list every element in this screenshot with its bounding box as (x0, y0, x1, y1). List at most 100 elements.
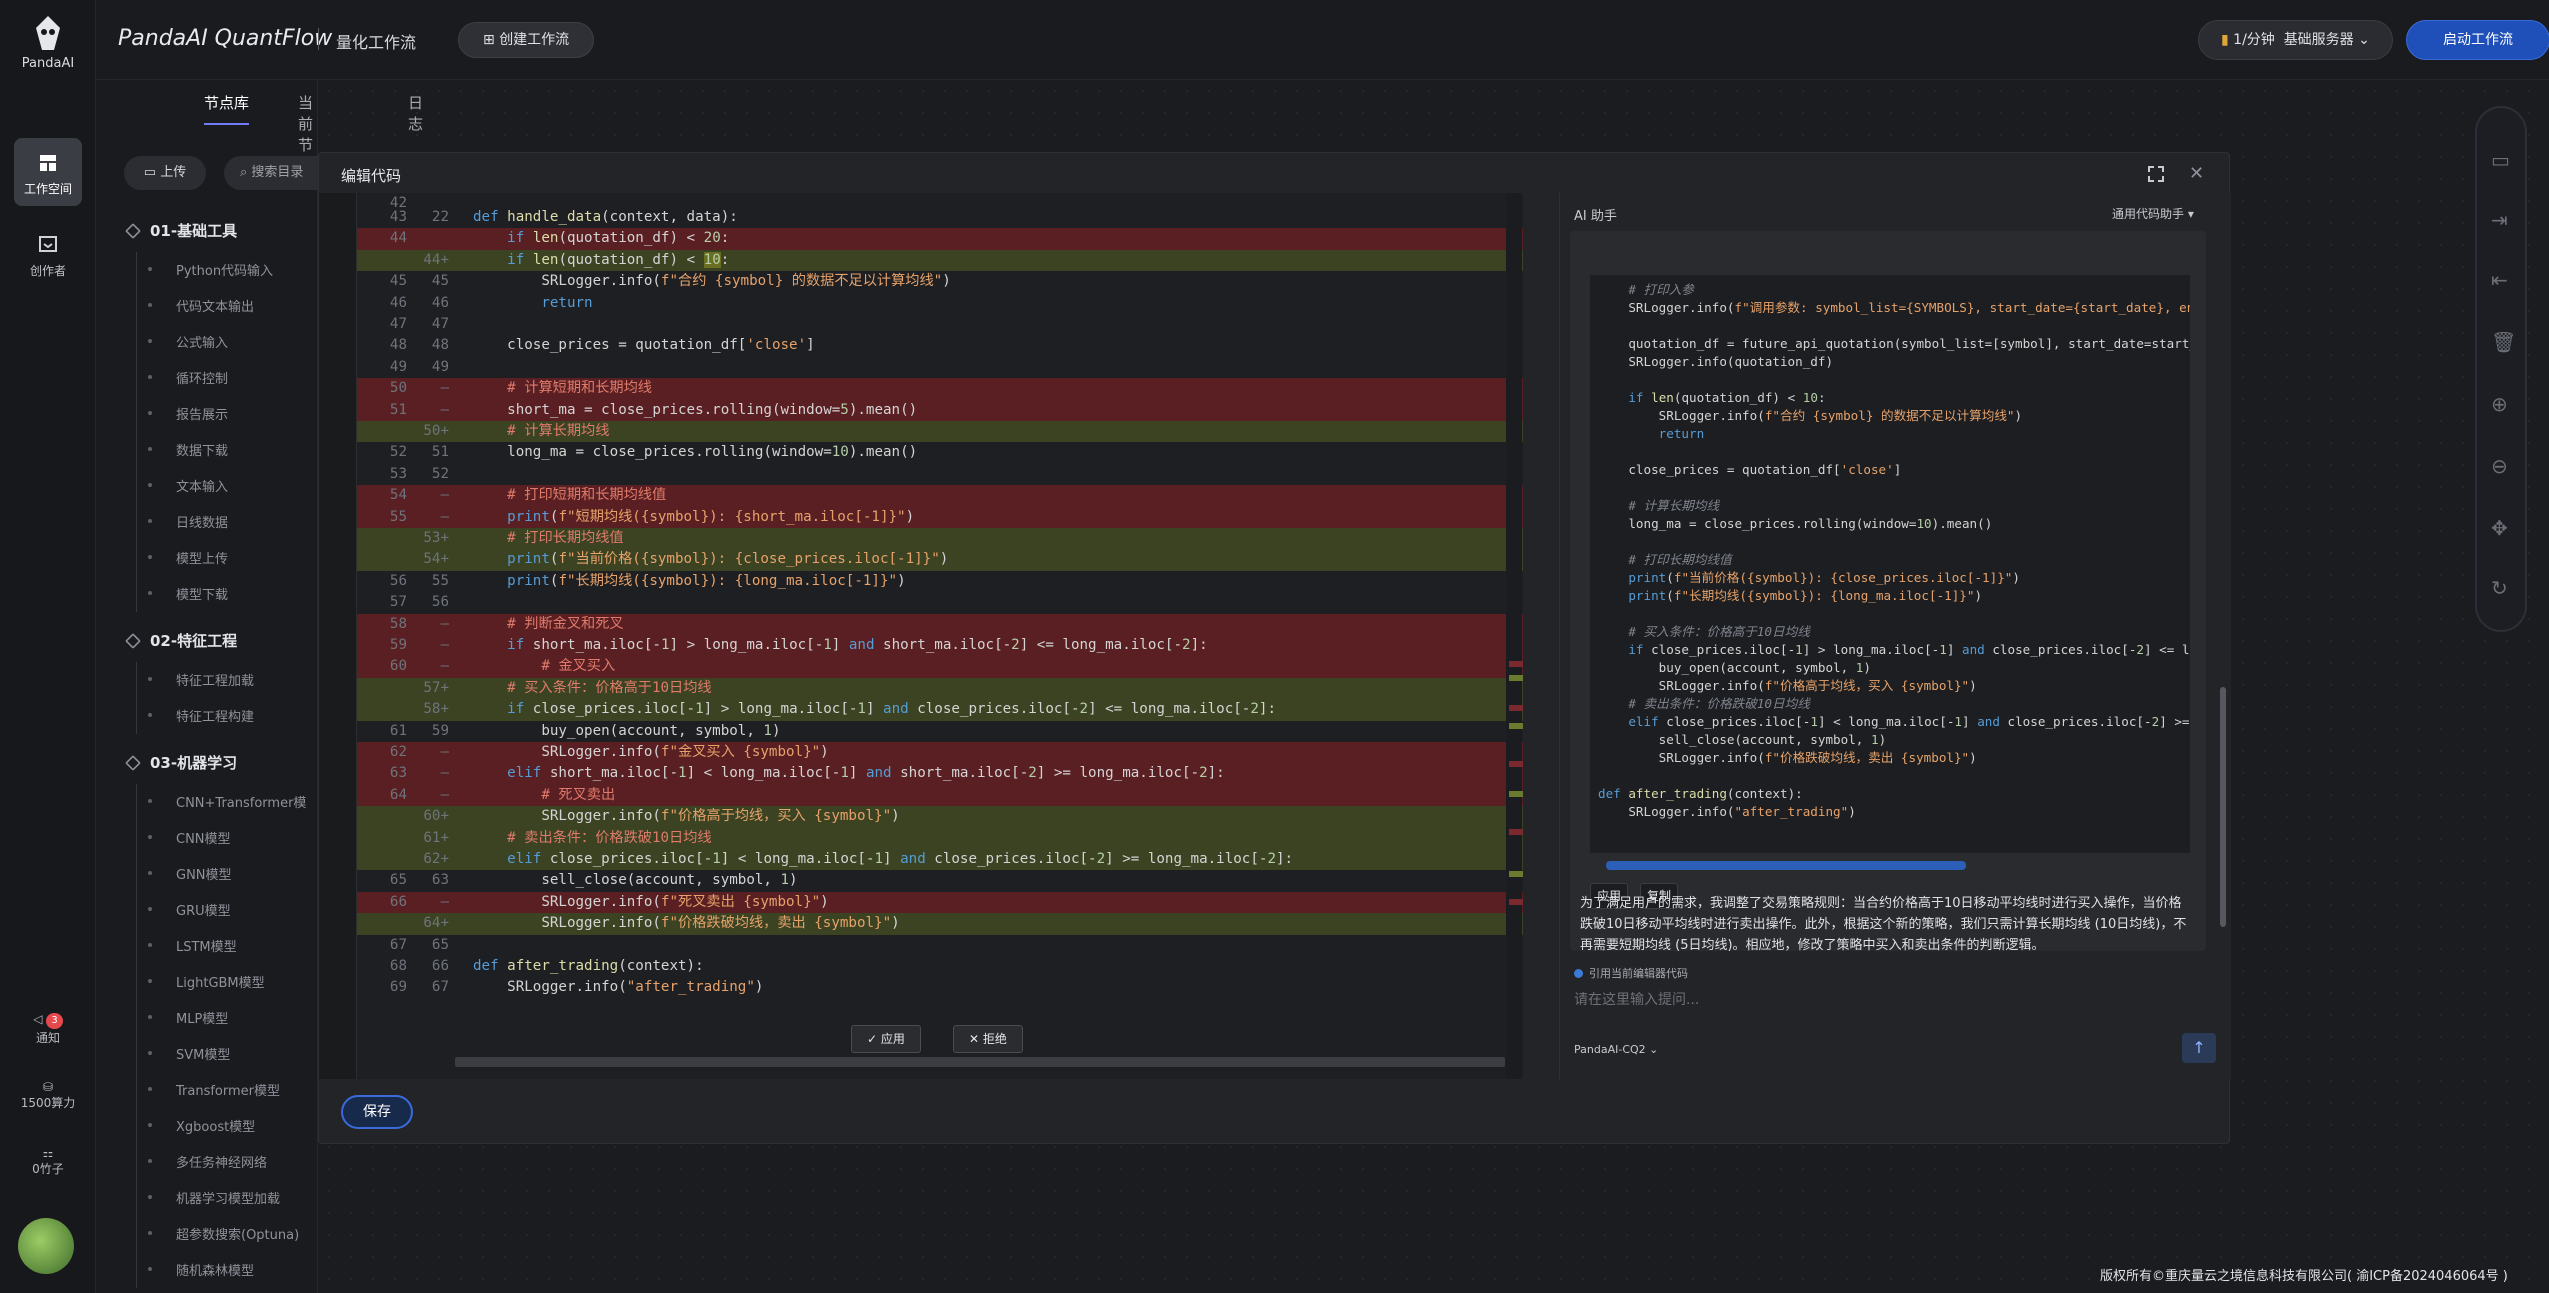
added-line[interactable]: 62+ elif close_prices.iloc[-1] < long_ma… (357, 849, 1523, 871)
node-item[interactable]: SVM模型 (147, 1044, 230, 1063)
assistant-select[interactable]: 通用代码助手 ▾ (2112, 205, 2194, 222)
send-button[interactable]: ↑ (2182, 1033, 2216, 1063)
code-line[interactable]: 45 45 SRLogger.info(f"合约 {symbol} 的数据不足以计… (357, 271, 1523, 292)
node-item[interactable]: LSTM模型 (148, 936, 237, 955)
deleted-line[interactable]: 64 — # 死叉卖出 (357, 784, 1523, 807)
fit-view-icon[interactable]: ✥ (2491, 516, 2513, 540)
start-workflow-button[interactable]: 启动工作流 (2406, 20, 2549, 60)
node-item[interactable]: CNN模型 (148, 828, 231, 847)
node-item[interactable]: 特征工程加载 (147, 670, 254, 689)
added-line[interactable]: 58+ if close_prices.iloc[-1] > long_ma.i… (357, 699, 1523, 721)
added-line[interactable]: 50+ # 计算长期均线 (357, 421, 1523, 443)
upload-button[interactable]: ▭ 上传 (124, 156, 206, 190)
rail-compute[interactable]: ⛁ 1500算力 (0, 1080, 96, 1111)
tab-node-library[interactable]: 节点库 (204, 92, 250, 125)
code-line[interactable]: 43 22 def handle_data(context, data): (357, 207, 1523, 228)
node-item[interactable]: CNN+Transformer模 (147, 792, 306, 811)
diff-reject-button[interactable]: ✕ 拒绝 (953, 1025, 1023, 1053)
deleted-line[interactable]: 54 — # 打印短期和长期均线值 (357, 485, 1523, 507)
zoom-in-icon[interactable]: ⊕ (2491, 392, 2513, 416)
logo[interactable]: PandaAI (0, 14, 96, 71)
code-line[interactable]: 61 59 buy_open(account, symbol, 1) (357, 721, 1523, 742)
deleted-line[interactable]: 60 — # 金叉买入 (357, 656, 1523, 678)
added-line[interactable]: 61+ # 卖出条件：价格跌破10日均线 (357, 827, 1523, 849)
deleted-line[interactable]: 66 — SRLogger.info(f"死叉卖出 {symbol}") (357, 891, 1523, 914)
node-item[interactable]: 日线数据 (147, 512, 228, 531)
code-line[interactable]: 47 47 (357, 314, 1523, 335)
node-item[interactable]: GNN模型 (148, 864, 232, 883)
rail-creator[interactable]: 创作者 (14, 220, 82, 288)
diff-apply-button[interactable]: ✓ 应用 (851, 1025, 921, 1053)
rail-bamboo[interactable]: ⚏ 0竹子 (0, 1146, 96, 1177)
diff-minimap[interactable] (1509, 651, 1523, 951)
code-line[interactable]: 49 49 (357, 357, 1523, 378)
code-line[interactable]: 52 51 long_ma = close_prices.rolling(wind… (357, 442, 1523, 463)
deleted-line[interactable]: 58 — # 判断金叉和死叉 (357, 613, 1523, 635)
node-item[interactable]: Xgboost模型 (147, 1116, 255, 1135)
node-item[interactable]: 循环控制 (147, 368, 228, 387)
node-item[interactable]: 特征工程构建 (147, 706, 254, 725)
node-item[interactable]: 机器学习模型加载 (147, 1188, 280, 1207)
node-item[interactable]: 报告展示 (147, 404, 228, 423)
node-item[interactable]: 多任务神经网络 (147, 1152, 267, 1171)
deleted-line[interactable]: 55 — print(f"短期均线({symbol}): {short_ma.il… (357, 506, 1523, 528)
node-item[interactable]: 超参数搜索(Optuna) (147, 1224, 299, 1243)
node-group-header[interactable]: 01-基础工具 (125, 220, 237, 241)
close-icon[interactable]: ✕ (2189, 163, 2204, 184)
create-workflow-button[interactable]: ⊞ 创建工作流 (458, 22, 595, 58)
ai-code-hscroll[interactable] (1606, 861, 1966, 870)
node-group-header[interactable]: 03-机器学习 (125, 752, 237, 773)
node-item[interactable]: GRU模型 (148, 900, 231, 919)
code-line[interactable]: 46 46 return (357, 293, 1523, 314)
deleted-line[interactable]: 50 — # 计算短期和长期均线 (357, 378, 1523, 400)
reference-editor-toggle[interactable]: 引用当前编辑器代码 (1574, 965, 1688, 981)
ai-question-input[interactable]: 请在这里输入提问... (1574, 989, 2134, 1009)
node-item[interactable]: 模型上传 (147, 548, 228, 567)
ai-scrollbar[interactable] (2220, 687, 2226, 927)
node-item[interactable]: 文本输入 (147, 476, 228, 495)
node-item[interactable]: 数据下载 (147, 440, 228, 459)
code-line[interactable]: 69 67 SRLogger.info("after_trading") (357, 977, 1523, 998)
added-line[interactable]: 60+ SRLogger.info(f"价格高于均线，买入 {symbol}") (357, 806, 1523, 828)
fullscreen-icon[interactable] (2147, 165, 2165, 183)
zoom-out-icon[interactable]: ⊖ (2491, 454, 2513, 478)
node-item[interactable]: MLP模型 (147, 1008, 228, 1027)
rail-notify[interactable]: ◁ 3 通知 (0, 1012, 96, 1046)
server-select[interactable]: ▮ 1/分钟 基础服务器 ⌄ (2198, 20, 2393, 60)
code-diff-editor[interactable]: 42 43 22 def handle_data(context, data): 44 … (319, 193, 1523, 1079)
export-icon[interactable]: ⇥ (2491, 208, 2513, 232)
added-line[interactable]: 64+ SRLogger.info(f"价格跌破均线，卖出 {symbol}") (357, 913, 1523, 935)
deleted-line[interactable]: 51 — short_ma = close_prices.rolling(wind… (357, 399, 1523, 421)
added-line[interactable]: 54+ print(f"当前价格({symbol}): {close_price… (357, 549, 1523, 571)
import-icon[interactable]: ⇤ (2491, 268, 2513, 292)
deleted-line[interactable]: 62 — SRLogger.info(f"金叉买入 {symbol}") (357, 742, 1523, 764)
node-item[interactable]: Python代码输入 (147, 260, 273, 279)
model-select[interactable]: PandaAI-CQ2 ⌄ (1574, 1043, 1658, 1056)
added-line[interactable]: 53+ # 打印长期均线值 (357, 528, 1523, 550)
ai-code-block[interactable]: # 打印入参 SRLogger.info(f"调用参数: symbol_list… (1590, 275, 2190, 853)
rail-workspace[interactable]: 工作空间 (14, 138, 82, 206)
deleted-line[interactable]: 59 — if short_ma.iloc[-1] > long_ma.iloc[… (357, 635, 1523, 657)
node-item[interactable]: LightGBM模型 (148, 972, 265, 991)
code-line[interactable]: 68 66 def after_trading(context): (357, 956, 1523, 977)
deleted-line[interactable]: 44 if len(quotation_df) < 20: (357, 228, 1523, 250)
refresh-icon[interactable]: ↻ (2491, 576, 2513, 600)
trash-icon[interactable]: 🗑 (2491, 330, 2516, 354)
save-canvas-icon[interactable]: ▭ (2491, 148, 2513, 172)
node-item[interactable]: 代码文本输出 (147, 296, 254, 315)
tab-log[interactable]: 日志 (408, 92, 423, 144)
code-line[interactable]: 67 65 (357, 935, 1523, 956)
code-line[interactable]: 53 52 (357, 464, 1523, 485)
avatar[interactable] (18, 1218, 74, 1274)
code-line[interactable]: 65 63 sell_close(account, symbol, 1) (357, 870, 1523, 891)
editor-horizontal-scrollbar[interactable] (455, 1057, 1505, 1067)
code-line[interactable]: 56 55 print(f"长期均线({symbol}): {long_ma.il… (357, 571, 1523, 592)
node-item[interactable]: Transformer模型 (147, 1080, 280, 1099)
node-item[interactable]: 随机森林模型 (147, 1260, 254, 1279)
added-line[interactable]: 57+ # 买入条件：价格高于10日均线 (357, 677, 1523, 700)
added-line[interactable]: 44+ if len(quotation_df) < 10: (357, 249, 1523, 272)
deleted-line[interactable]: 63 — elif short_ma.iloc[-1] < long_ma.ilo… (357, 763, 1523, 785)
node-item[interactable]: 模型下载 (147, 584, 228, 603)
save-button[interactable]: 保存 (341, 1095, 413, 1129)
node-group-header[interactable]: 02-特征工程 (125, 630, 237, 651)
